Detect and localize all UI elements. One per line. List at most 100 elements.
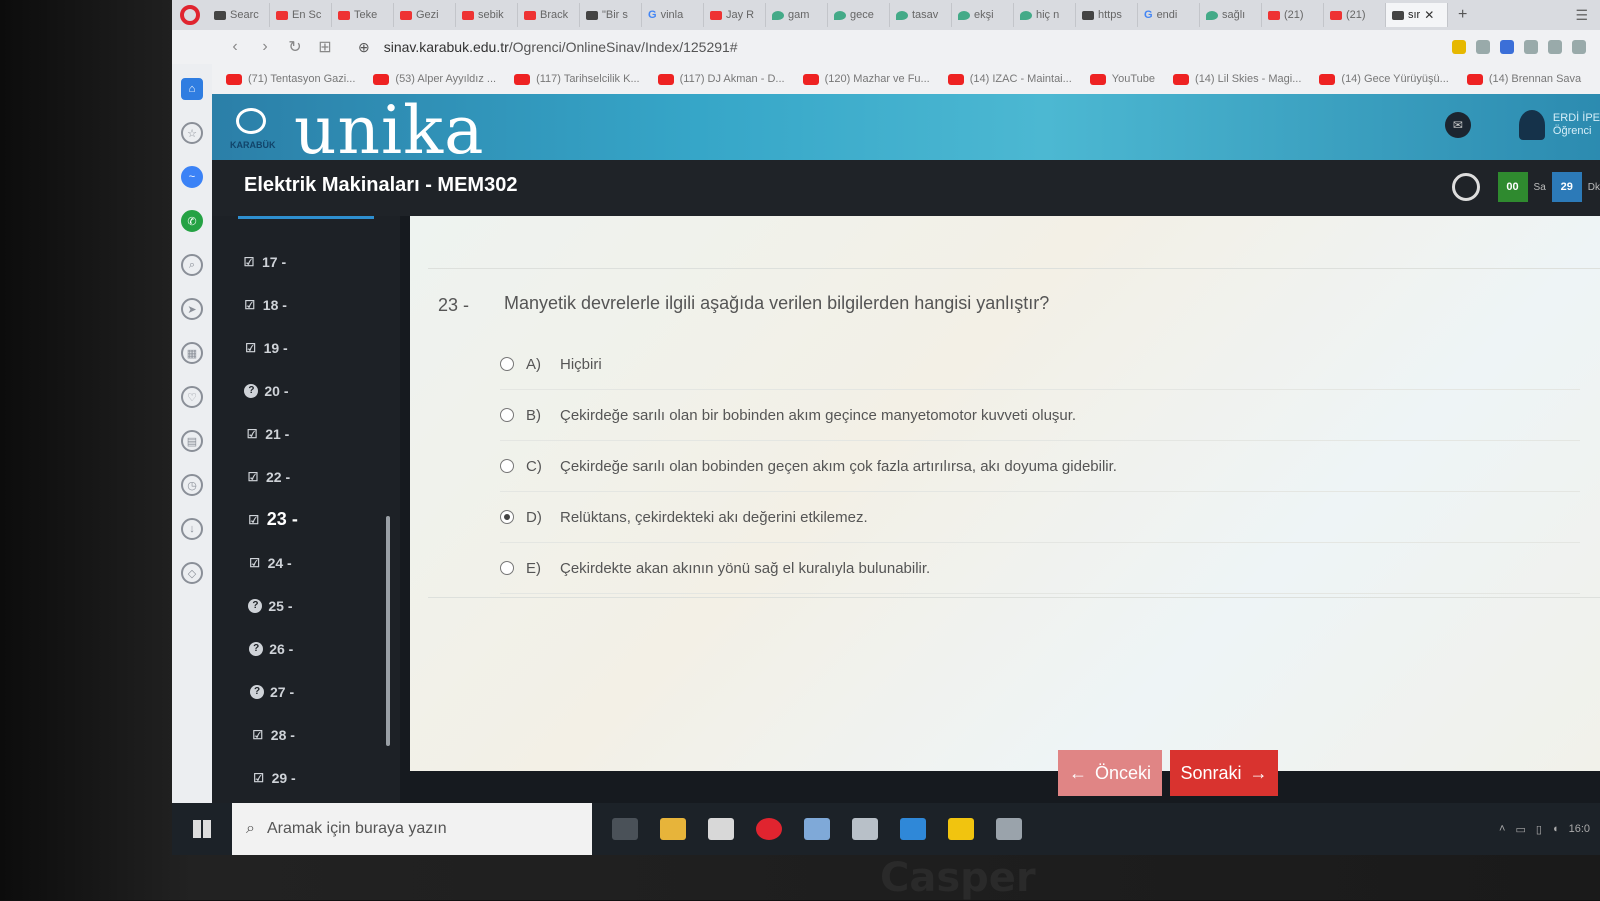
answer-option[interactable]: A) Hiçbiri	[500, 339, 1580, 390]
calculator-icon[interactable]	[996, 818, 1022, 840]
cube-icon[interactable]: ◇	[181, 562, 203, 584]
heart-icon[interactable]: ♡	[181, 386, 203, 408]
extensions-icon[interactable]: ▦	[181, 342, 203, 364]
radio-selected[interactable]	[500, 510, 514, 524]
question-nav-item[interactable]: ☑ 29 -	[242, 756, 298, 799]
reload-icon[interactable]: ↻	[280, 37, 310, 57]
bookmark-item[interactable]: (14) Lil Skies - Magi...	[1173, 73, 1301, 85]
history-icon[interactable]: ◷	[181, 474, 203, 496]
file-explorer-icon[interactable]	[660, 818, 686, 840]
question-nav-item[interactable]: ☑ 22 -	[242, 455, 298, 498]
radio-button[interactable]	[500, 408, 514, 422]
radio-button[interactable]	[500, 561, 514, 575]
browser-tab[interactable]: ekşi	[952, 3, 1014, 27]
next-button[interactable]: Sonraki →	[1170, 750, 1278, 796]
home-icon[interactable]: ⌂	[181, 78, 203, 100]
bookmark-item[interactable]: YouTube	[1089, 73, 1155, 85]
answer-option[interactable]: E) Çekirdekte akan akının yönü sağ el kur…	[500, 543, 1580, 594]
volume-icon[interactable]: ◖	[1552, 823, 1559, 835]
browser-tab[interactable]: tasav	[890, 3, 952, 27]
user-menu[interactable]: ERDİ İPE Öğrenci	[1518, 110, 1600, 140]
radio-button[interactable]	[500, 357, 514, 371]
browser-tab[interactable]: (21)	[1262, 3, 1324, 27]
forward-icon[interactable]: ›	[250, 38, 280, 56]
search-icon[interactable]: ⌕	[181, 254, 203, 276]
browser-tab[interactable]: (21)	[1324, 3, 1386, 27]
send-icon[interactable]: ➤	[181, 298, 203, 320]
question-nav-item[interactable]: ? 20 -	[242, 369, 298, 412]
opera-menu-icon[interactable]	[172, 0, 208, 30]
url-field[interactable]: ⊕ sinav.karabuk.edu.tr/Ogrenci/OnlineSin…	[358, 39, 738, 56]
question-nav-item[interactable]: ☑ 21 -	[242, 412, 298, 455]
tabs-grid-icon[interactable]: ⊞	[310, 37, 340, 57]
question-nav-item[interactable]: ☑ 24 -	[242, 541, 298, 584]
messenger-icon[interactable]: ~	[181, 166, 203, 188]
new-tab-button[interactable]: +	[1448, 6, 1477, 24]
download-icon[interactable]: ↓	[181, 518, 203, 540]
camera-icon[interactable]	[1476, 40, 1490, 54]
radio-button[interactable]	[500, 459, 514, 473]
question-nav-item[interactable]: ☑ 28 -	[242, 713, 298, 756]
browser-tab[interactable]: gam	[766, 3, 828, 27]
adblock-icon[interactable]	[1452, 40, 1466, 54]
browser-tab[interactable]: Gezi	[394, 3, 456, 27]
photos-icon[interactable]	[852, 818, 878, 840]
browser-tab[interactable]: Teke	[332, 3, 394, 27]
question-nav-item[interactable]: ☑ 17 -	[242, 240, 298, 283]
answer-option[interactable]: B) Çekirdeğe sarılı olan bir bobinden akı…	[500, 390, 1580, 441]
bookmark-item[interactable]: (14) Brennan Sava	[1466, 73, 1581, 85]
close-tab-icon[interactable]: ✕	[1424, 8, 1434, 22]
browser-tab[interactable]: sebik	[456, 3, 518, 27]
bookmark-item[interactable]: (14) IZAC - Maintai...	[947, 73, 1072, 85]
store-icon[interactable]	[708, 818, 734, 840]
browser-tab[interactable]: Gendi	[1138, 3, 1200, 27]
network-app-icon[interactable]	[804, 818, 830, 840]
tab-menu-icon[interactable]: ☰	[1563, 7, 1600, 24]
answer-option[interactable]: D) Relüktans, çekirdekteki akı değerini e…	[500, 492, 1580, 543]
battery-icon[interactable]: ▭	[1515, 823, 1525, 836]
clock[interactable]: 16:0	[1569, 823, 1590, 835]
shield-icon[interactable]	[1500, 40, 1514, 54]
network-icon[interactable]: ▯	[1536, 823, 1542, 836]
opera-icon[interactable]	[756, 818, 782, 840]
bookmark-item[interactable]: (120) Mazhar ve Fu...	[802, 73, 930, 85]
whatsapp-icon[interactable]: ✆	[181, 210, 203, 232]
bookmark-item[interactable]: (117) Tarihselcilik K...	[514, 73, 640, 85]
profile-icon[interactable]	[1572, 40, 1586, 54]
site-info-icon[interactable]: ⊕	[358, 39, 370, 56]
browser-tab[interactable]: gece	[828, 3, 890, 27]
browser-tab[interactable]: Jay R	[704, 3, 766, 27]
mail-icon[interactable]: ✉	[1444, 112, 1471, 138]
news-icon[interactable]: ▤	[181, 430, 203, 452]
play-icon[interactable]	[1524, 40, 1538, 54]
browser-tab[interactable]: sağlı	[1200, 3, 1262, 27]
answer-option[interactable]: C) Çekirdeğe sarılı olan bobinden geçen a…	[500, 441, 1580, 492]
bookmark-item[interactable]: (14) Gece Yürüyüşü...	[1319, 73, 1449, 85]
question-nav-item[interactable]: ☑ 23 -	[242, 498, 297, 541]
sticky-notes-icon[interactable]	[948, 818, 974, 840]
bookmark-item[interactable]: (71) Tentasyon Gazi...	[226, 73, 355, 85]
browser-tab[interactable]: https	[1076, 3, 1138, 27]
question-nav-item[interactable]: ☑ 18 -	[242, 283, 298, 326]
question-nav-item[interactable]: ? 27 -	[242, 670, 298, 713]
heart-icon[interactable]	[1548, 40, 1562, 54]
navigator-scrollbar[interactable]	[386, 516, 390, 746]
star-icon[interactable]: ☆	[181, 122, 203, 144]
bookmark-item[interactable]: (53) Alper Ayyıldız ...	[373, 73, 496, 85]
chevron-up-icon[interactable]: ˄	[1499, 823, 1505, 835]
browser-tab[interactable]: Searc	[208, 3, 270, 27]
bookmark-item[interactable]: (117) DJ Akman - D...	[657, 73, 785, 85]
mail-icon[interactable]	[900, 818, 926, 840]
browser-tab[interactable]: hiç n	[1014, 3, 1076, 27]
question-nav-item[interactable]: ? 26 -	[242, 627, 298, 670]
question-nav-item[interactable]: ☑ 19 -	[242, 326, 298, 369]
windows-start-icon[interactable]	[172, 803, 232, 855]
browser-tab[interactable]: sır ✕	[1386, 3, 1448, 27]
previous-button[interactable]: ← Önceki	[1058, 750, 1162, 796]
browser-tab[interactable]: Gvinla	[642, 3, 704, 27]
question-nav-item[interactable]: ? 25 -	[242, 584, 298, 627]
task-view-icon[interactable]	[612, 818, 638, 840]
back-icon[interactable]: ‹	[220, 38, 250, 56]
browser-tab[interactable]: "Bir s	[580, 3, 642, 27]
browser-tab[interactable]: En Sc	[270, 3, 332, 27]
